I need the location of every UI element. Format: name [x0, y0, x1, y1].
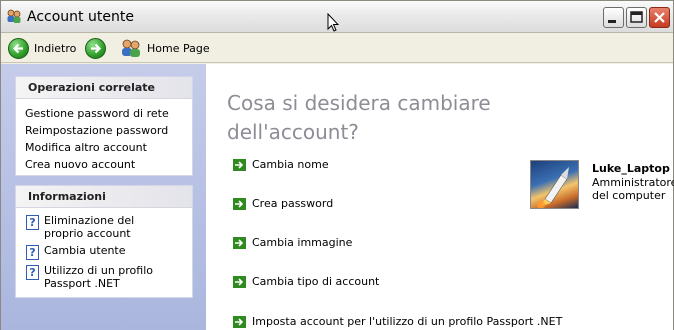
users-icon	[7, 9, 21, 23]
arrow-right-icon	[85, 37, 106, 59]
link-create-account[interactable]: Crea nuovo account	[16, 156, 192, 173]
task-setup-passport[interactable]: Imposta account per l'utilizzo di un pro…	[233, 315, 562, 328]
window-title: Account utente	[27, 9, 134, 25]
task-label: Cambia nome	[252, 158, 329, 171]
help-icon: ?	[26, 215, 39, 230]
user-role: Amministratore del computer	[592, 176, 674, 202]
task-change-name[interactable]: Cambia nome	[233, 158, 329, 171]
task-label: Crea password	[252, 197, 334, 210]
task-label: Cambia immagine	[252, 236, 353, 249]
green-arrow-icon	[233, 197, 246, 210]
info-header: Informazioni	[16, 186, 192, 208]
forward-button[interactable]	[85, 36, 106, 60]
back-label: Indietro	[34, 41, 77, 55]
main-content: Cosa si desidera cambiare dell'account? …	[206, 64, 674, 330]
arrow-left-icon	[8, 37, 29, 59]
info-item-label: Eliminazione del proprio account	[44, 214, 135, 240]
green-arrow-icon	[233, 315, 246, 328]
help-icon: ?	[26, 265, 39, 280]
task-change-account-type[interactable]: Cambia tipo di account	[233, 275, 379, 288]
close-button[interactable]	[649, 7, 670, 28]
related-tasks-box: Operazioni correlate Gestione password d…	[15, 76, 193, 176]
info-item-passport[interactable]: ? Utilizzo di un profilo Passport .NET	[16, 264, 192, 290]
space-shuttle-icon	[537, 167, 569, 208]
task-pane: Operazioni correlate Gestione password d…	[1, 64, 206, 330]
link-change-other-account[interactable]: Modifica altro account	[16, 139, 192, 156]
info-item-switch-user[interactable]: ? Cambia utente	[16, 244, 192, 260]
info-item-label: Utilizzo di un profilo Passport .NET	[44, 264, 153, 290]
page-title: Cosa si desidera cambiare dell'account?	[227, 91, 491, 144]
green-arrow-icon	[233, 236, 246, 249]
task-label: Imposta account per l'utilizzo di un pro…	[252, 315, 563, 328]
minimize-button[interactable]	[603, 7, 624, 28]
back-button[interactable]: Indietro	[8, 36, 76, 60]
green-arrow-icon	[233, 158, 246, 171]
green-arrow-icon	[233, 275, 246, 288]
task-create-password[interactable]: Crea password	[233, 197, 333, 210]
users-home-icon	[122, 39, 140, 57]
user-avatar	[530, 160, 579, 209]
maximize-button[interactable]	[626, 7, 647, 28]
home-page-button[interactable]: Home Page	[120, 36, 210, 60]
info-item-delete-account[interactable]: ? Eliminazione del proprio account	[16, 214, 192, 240]
home-label: Home Page	[147, 41, 210, 55]
toolbar: Indietro Home Page	[1, 33, 673, 63]
title-bar[interactable]: Account utente	[1, 1, 673, 33]
link-password-reset[interactable]: Reimpostazione password	[16, 122, 192, 139]
user-name: Luke_Laptop	[592, 162, 670, 175]
info-item-label: Cambia utente	[44, 244, 126, 257]
task-change-picture[interactable]: Cambia immagine	[233, 236, 352, 249]
info-box: Informazioni ? Eliminazione del proprio …	[15, 185, 193, 298]
help-icon: ?	[26, 245, 39, 260]
related-tasks-header: Operazioni correlate	[16, 77, 192, 99]
link-network-passwords[interactable]: Gestione password di rete	[16, 105, 192, 122]
task-label: Cambia tipo di account	[252, 275, 380, 288]
mouse-cursor-icon	[327, 13, 339, 32]
account-window: Account utente Indietro Home Page Operaz…	[0, 0, 674, 330]
